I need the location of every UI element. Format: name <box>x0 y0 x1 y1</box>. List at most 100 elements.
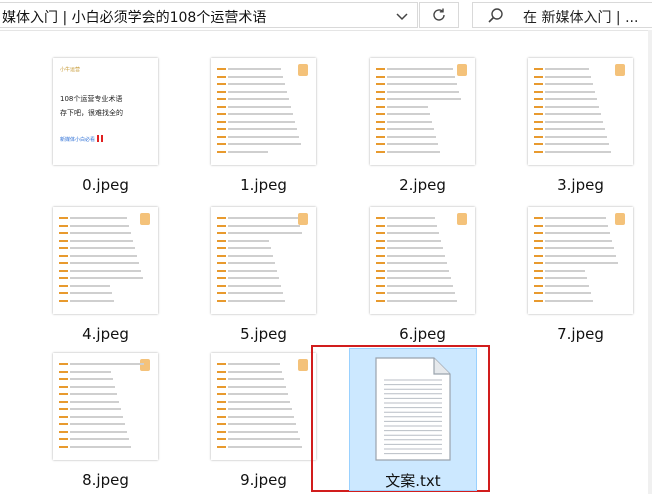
list-bullet <box>217 120 226 123</box>
list-bullet <box>534 135 543 138</box>
list-bullet <box>217 150 226 153</box>
list-bullet <box>59 363 68 365</box>
list-bullet <box>534 143 543 145</box>
text-line <box>545 113 601 115</box>
list-bullet <box>217 262 226 264</box>
list-bullet <box>376 284 385 287</box>
list-bullet <box>217 430 226 433</box>
cover-subtitle: 存下吧，很难找全的 <box>60 109 123 117</box>
list-bullet <box>217 370 226 373</box>
address-path[interactable]: 媒体入门 | 小白必须学会的108个运营术语 <box>2 7 372 27</box>
list-bullet <box>217 68 226 70</box>
file-label[interactable]: 7.jpeg <box>518 325 643 343</box>
list-bullet <box>59 438 68 440</box>
image-thumbnail[interactable] <box>53 353 158 460</box>
image-thumbnail[interactable] <box>370 207 475 314</box>
file-label[interactable]: 0.jpeg <box>43 176 168 194</box>
text-line <box>228 224 300 227</box>
image-thumbnail[interactable] <box>211 207 316 314</box>
list-bullet <box>217 423 226 425</box>
text-line <box>70 254 137 257</box>
text-line <box>228 430 298 433</box>
file-label[interactable]: 5.jpeg <box>201 325 326 343</box>
list-bullet <box>376 150 385 153</box>
list-bullet <box>217 438 226 440</box>
list-bullet <box>59 385 68 388</box>
text-line <box>70 269 141 272</box>
text-line <box>70 262 139 264</box>
list-bullet <box>59 423 68 425</box>
file-label[interactable]: 3.jpeg <box>518 176 643 194</box>
image-thumbnail[interactable] <box>211 353 316 460</box>
text-line <box>70 224 129 227</box>
list-bullet <box>376 292 385 294</box>
image-thumbnail[interactable] <box>528 58 633 165</box>
list-bullet <box>376 217 385 219</box>
list-bullet <box>534 128 543 130</box>
text-line <box>228 370 282 373</box>
image-thumbnail[interactable] <box>211 58 316 165</box>
list-bullet <box>217 75 226 78</box>
list-bullet <box>376 224 385 227</box>
text-line <box>387 120 432 123</box>
list-bullet <box>59 239 68 242</box>
list-bullet <box>217 393 226 395</box>
list-bullet <box>217 83 226 85</box>
text-line <box>70 445 131 448</box>
image-thumbnail[interactable]: 小牛运营 108个运营专业术语 存下吧，很难找全的 新媒体小白必看 <box>53 58 158 165</box>
text-line <box>387 284 453 287</box>
text-line <box>387 75 455 78</box>
file-label[interactable]: 1.jpeg <box>201 176 326 194</box>
text-line <box>70 393 117 395</box>
list-bullet <box>217 445 226 448</box>
list-bullet <box>376 143 385 145</box>
image-thumbnail[interactable] <box>53 207 158 314</box>
chevron-down-icon <box>396 13 408 21</box>
text-line <box>387 143 438 145</box>
text-line <box>545 277 587 279</box>
text-line <box>70 423 125 425</box>
list-bullet <box>376 239 385 242</box>
search-box[interactable]: 在 新媒体入门 | ... <box>472 2 652 28</box>
list-bullet <box>217 408 226 410</box>
text-line <box>228 239 269 242</box>
text-line <box>70 232 131 234</box>
text-line <box>70 239 133 242</box>
text-line <box>70 400 119 403</box>
text-line <box>228 400 290 403</box>
text-line <box>70 408 121 410</box>
cover-footer: 新媒体小白必看 <box>60 137 96 143</box>
scrollbar[interactable] <box>648 30 652 494</box>
list-bullet <box>59 408 68 410</box>
brand-logo-icon <box>298 64 308 76</box>
text-line <box>387 135 436 138</box>
list-bullet <box>217 363 226 365</box>
text-line <box>228 128 297 130</box>
search-input[interactable]: 在 新媒体入门 | ... <box>523 7 638 27</box>
text-line <box>228 83 285 85</box>
text-line <box>228 254 273 257</box>
list-bullet <box>217 224 226 227</box>
list-bullet <box>376 254 385 257</box>
file-label[interactable]: 4.jpeg <box>43 325 168 343</box>
text-line <box>545 150 611 153</box>
text-line <box>228 150 268 153</box>
file-label[interactable]: 8.jpeg <box>43 471 168 489</box>
exclamation-icon <box>97 135 99 142</box>
file-label[interactable]: 6.jpeg <box>360 325 485 343</box>
list-bullet <box>376 269 385 272</box>
file-label[interactable]: 2.jpeg <box>360 176 485 194</box>
list-bullet <box>534 269 543 272</box>
text-line <box>387 217 435 219</box>
list-bullet <box>217 105 226 108</box>
image-thumbnail[interactable] <box>370 58 475 165</box>
file-label[interactable]: 文案.txt <box>349 470 477 491</box>
text-line <box>545 232 610 234</box>
refresh-button[interactable] <box>419 2 459 28</box>
file-label[interactable]: 9.jpeg <box>201 471 326 489</box>
text-line <box>545 239 612 242</box>
image-thumbnail[interactable] <box>528 207 633 314</box>
text-line <box>70 299 114 302</box>
address-bar[interactable]: 媒体入门 | 小白必须学会的108个运营术语 <box>0 2 418 28</box>
address-dropdown-button[interactable] <box>393 8 411 26</box>
